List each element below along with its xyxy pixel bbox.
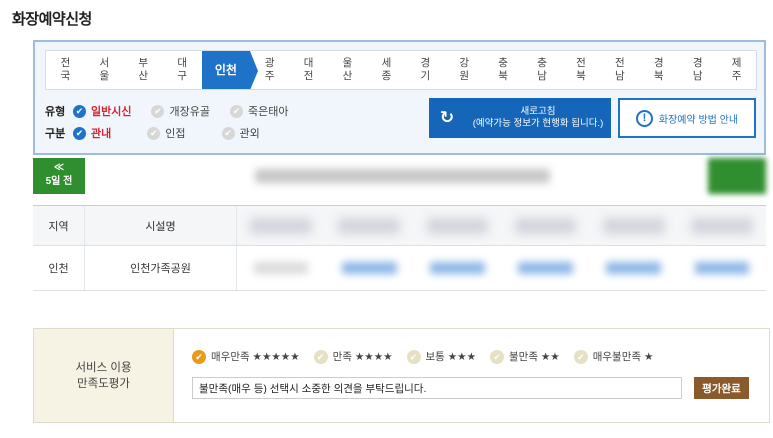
region-tab-jeonbuk[interactable]: 전 북 xyxy=(562,51,601,89)
check-icon: ✔ xyxy=(573,349,588,364)
slot-cell[interactable] xyxy=(590,246,678,290)
col-header-date xyxy=(590,206,678,245)
region-tab-daegu[interactable]: 대 구 xyxy=(163,51,202,89)
check-icon: ✔ xyxy=(313,349,328,364)
scope-option-local[interactable]: ✔ 관내 xyxy=(73,125,111,141)
region-tabs: 전 국 서 울 부 산 대 구 인천 광 주 대 전 울 산 세 종 경 기 강… xyxy=(45,50,757,90)
table-row: 인천 인천가족공원 xyxy=(33,246,766,291)
region-tab-chungbuk[interactable]: 충 북 xyxy=(484,51,523,89)
check-icon: ✔ xyxy=(73,126,86,140)
check-icon: ✔ xyxy=(229,104,243,118)
check-icon: ✔ xyxy=(147,126,161,140)
search-panel: 전 국 서 울 부 산 대 구 인천 광 주 대 전 울 산 세 종 경 기 강… xyxy=(33,40,766,155)
region-tab-gangwon[interactable]: 강 원 xyxy=(445,51,484,89)
type-option-remains[interactable]: ✔ 개장유골 xyxy=(151,103,210,119)
next-5-days-button[interactable] xyxy=(708,158,766,194)
region-tab-chungnam[interactable]: 충 남 xyxy=(523,51,562,89)
double-chevron-left-icon: ≪ xyxy=(53,162,65,173)
slot-cell xyxy=(237,246,325,290)
col-header-region: 지역 xyxy=(33,206,85,245)
region-tab-gyeonggi[interactable]: 경 기 xyxy=(406,51,445,89)
survey-label: 서비스 이용 만족도평가 xyxy=(34,329,174,422)
rating-neutral[interactable]: ✔ 보통 ★★★ xyxy=(406,349,476,364)
col-header-date xyxy=(413,206,501,245)
rating-dissatisfied[interactable]: ✔ 불만족 ★★ xyxy=(490,349,560,364)
check-icon: ✔ xyxy=(151,104,165,118)
refresh-title: 새로고침 xyxy=(520,106,556,117)
reservation-table: 지역 시설명 인천 인천가족공원 xyxy=(33,205,766,291)
col-header-date xyxy=(678,206,766,245)
region-tab-daejeon[interactable]: 대 전 xyxy=(289,51,328,89)
col-header-date xyxy=(237,206,325,245)
opinion-input[interactable] xyxy=(192,377,682,399)
refresh-icon: ↻ xyxy=(439,108,455,127)
rating-very-dissatisfied[interactable]: ✔ 매우불만족 ★ xyxy=(573,349,653,364)
slot-cell[interactable] xyxy=(413,246,501,290)
rating-very-satisfied[interactable]: ✔ 매우만족 ★★★★★ xyxy=(192,349,300,364)
check-icon: ✔ xyxy=(406,349,421,364)
refresh-button[interactable]: ↻ 새로고침 (예약가능 정보가 현행화 됩니다.) xyxy=(429,98,611,138)
type-filter-label: 유형 xyxy=(45,106,66,118)
scope-filter-label: 구분 xyxy=(45,128,66,140)
region-tab-seoul[interactable]: 서 울 xyxy=(85,51,124,89)
type-filter-row: 유형 ✔ 일반시신 ✔ 개장유골 ✔ 죽은태아 xyxy=(45,102,308,120)
scope-option-adjacent[interactable]: ✔ 인접 xyxy=(147,125,186,141)
slot-cell[interactable] xyxy=(325,246,413,290)
row-region: 인천 xyxy=(33,246,85,290)
scope-option-outside[interactable]: ✔ 관외 xyxy=(221,125,260,141)
row-facility: 인천가족공원 xyxy=(85,246,237,290)
check-icon: ✔ xyxy=(73,104,86,118)
slot-cell[interactable] xyxy=(502,246,590,290)
scope-filter-row: 구분 ✔ 관내 ✔ 인접 ✔ 관외 xyxy=(45,124,280,142)
check-icon: ✔ xyxy=(490,349,504,364)
refresh-subtitle: (예약가능 정보가 현행화 됩니다.) xyxy=(472,118,604,129)
date-range-blurred xyxy=(255,169,550,183)
col-header-date xyxy=(502,206,590,245)
region-tab-national[interactable]: 전 국 xyxy=(46,51,85,89)
region-tab-gyeongbuk[interactable]: 경 북 xyxy=(639,51,678,89)
rating-satisfied[interactable]: ✔ 만족 ★★★★ xyxy=(313,349,393,364)
prev-5-days-button[interactable]: ≪ 5일 전 xyxy=(33,158,85,194)
satisfaction-survey: 서비스 이용 만족도평가 ✔ 매우만족 ★★★★★ ✔ 만족 ★★★★ ✔ 보통… xyxy=(33,328,770,423)
col-header-date xyxy=(325,206,413,245)
reservation-guide-button[interactable]: ! 화장예약 방법 안내 xyxy=(618,98,756,138)
region-tab-busan[interactable]: 부 산 xyxy=(124,51,163,89)
region-tab-jeju[interactable]: 제 주 xyxy=(717,51,756,89)
region-tab-jeonnam[interactable]: 전 남 xyxy=(600,51,639,89)
type-option-general[interactable]: ✔ 일반시신 xyxy=(73,103,131,119)
region-tab-gyeongnam[interactable]: 경 남 xyxy=(678,51,717,89)
prev-label: 5일 전 xyxy=(45,176,73,187)
region-tab-incheon[interactable]: 인천 xyxy=(201,51,258,90)
page-title: 화장예약신청 xyxy=(12,11,92,28)
check-icon: ✔ xyxy=(221,126,235,140)
check-icon: ✔ xyxy=(192,349,206,364)
type-option-fetus[interactable]: ✔ 죽은태아 xyxy=(229,103,288,119)
slot-cell[interactable] xyxy=(678,246,766,290)
info-icon: ! xyxy=(635,109,653,127)
region-tab-ulsan[interactable]: 울 산 xyxy=(328,51,367,89)
col-header-facility: 시설명 xyxy=(85,206,237,245)
submit-evaluation-button[interactable]: 평가완료 xyxy=(694,377,749,399)
table-header: 지역 시설명 xyxy=(33,206,766,246)
region-tab-sejong[interactable]: 세 종 xyxy=(367,51,406,89)
rating-options: ✔ 매우만족 ★★★★★ ✔ 만족 ★★★★ ✔ 보통 ★★★ ✔ 불만족 ★★… xyxy=(192,349,667,364)
guide-label: 화장예약 방법 안내 xyxy=(658,114,739,126)
